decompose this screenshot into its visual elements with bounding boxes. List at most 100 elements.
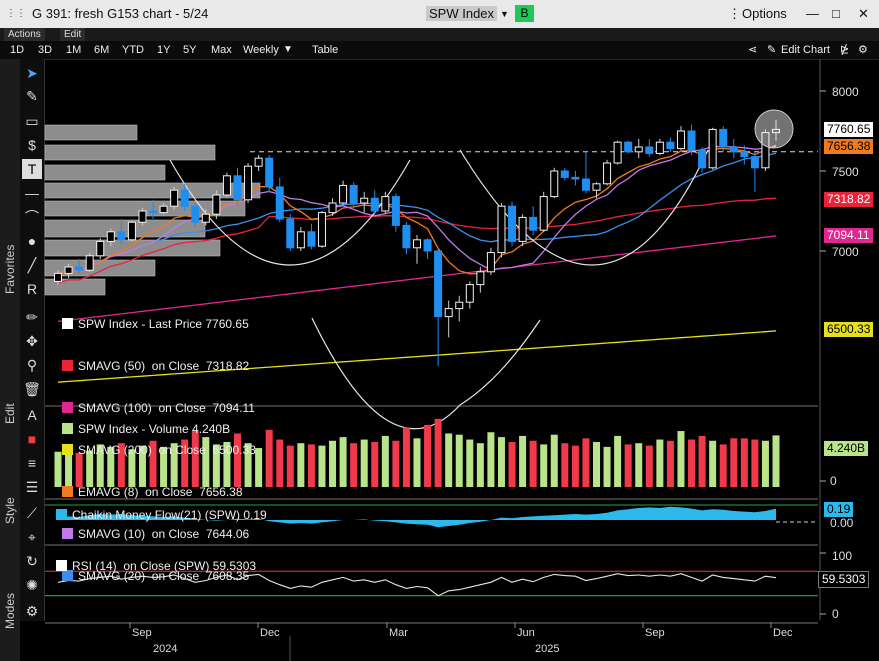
candle-body (201, 213, 210, 223)
x-tick-sep-2025: Sep (645, 627, 665, 639)
candle-body (75, 266, 84, 271)
volume-bar (466, 439, 474, 487)
y-tick-7500: 7500 (832, 165, 859, 179)
legend-sma10: SMAVG (10) on Close 7644.06 (62, 527, 256, 541)
legend-swatch (62, 360, 73, 371)
legend-sma200: SMAVG (200) on Close 6500.33 (62, 443, 256, 457)
volume-bar (318, 445, 326, 487)
candle-body (550, 170, 559, 198)
candle-body (508, 205, 517, 242)
volume-bar (719, 444, 727, 487)
volume-bar (434, 418, 442, 487)
volume-bar (624, 444, 632, 487)
volume-bar (614, 435, 622, 487)
x-tick-jun-2025: Jun (517, 627, 535, 639)
candle-body (698, 149, 707, 169)
x-tick-dec-2025: Dec (773, 627, 793, 639)
volume-profile-bar (44, 124, 138, 141)
candle-body (360, 197, 369, 204)
year-label-2024: 2024 (153, 643, 178, 655)
legend-swatch (62, 444, 73, 455)
rsi-tick-100: 100 (832, 549, 853, 563)
candle-body (85, 255, 94, 271)
volume-bar (656, 439, 664, 487)
volume-bar (392, 440, 400, 487)
candle-body (518, 216, 527, 242)
volume-bar (402, 427, 410, 487)
candle-body (244, 165, 253, 201)
candle-body (233, 175, 242, 201)
rsi-value-label: 59.5303 (818, 571, 870, 588)
volume-bar (54, 451, 62, 487)
cmf-tick-0: 0.00 (830, 516, 854, 530)
volume-bar (740, 438, 748, 487)
x-tick-dec-2024: Dec (260, 627, 280, 639)
candle-body (117, 231, 126, 241)
legend-label: SPW Index - Volume 4.240B (78, 422, 231, 436)
y-tick-7000: 7000 (832, 245, 859, 259)
candle-body (265, 157, 274, 188)
candle-body (381, 196, 390, 212)
volume-bar (445, 433, 453, 487)
candle-body (391, 196, 400, 226)
volume-bar (413, 438, 421, 487)
cmf-legend: Chaikin Money Flow(21) (SPW) 0.19 (56, 508, 267, 522)
volume-bar (761, 440, 769, 487)
volume-bar (550, 434, 558, 487)
candle-body (486, 252, 495, 273)
candle-body (613, 141, 622, 164)
candle-body (96, 240, 105, 257)
candle-body (581, 178, 590, 191)
volume-bar (529, 440, 537, 487)
volume-bar (276, 439, 284, 487)
legend-label: SMAVG (50) on Close 7318.82 (78, 359, 250, 373)
legend-swatch (62, 486, 73, 497)
candle-body (307, 231, 316, 247)
candle-body (539, 196, 548, 231)
candle-body (138, 210, 147, 223)
volume-bar (360, 439, 368, 487)
candle-body (634, 146, 643, 153)
volume-bar (455, 434, 463, 487)
candle-body (645, 146, 654, 154)
candle-body (750, 156, 759, 169)
bowl-curve-bottom (311, 317, 541, 430)
sma100-price-label: 7094.11 (824, 228, 873, 243)
legend-ema8: EMAVG (8) on Close 7656.38 (62, 485, 256, 499)
candle-body (402, 224, 411, 249)
candle-body (560, 170, 569, 178)
candle-body (476, 271, 485, 286)
candle-body (296, 231, 305, 249)
last-price-label: 7760.65 (824, 122, 874, 137)
volume-bar (772, 435, 780, 487)
candle-body (740, 151, 749, 158)
ema8-price-label: 7656.38 (824, 139, 874, 154)
candle-body (370, 197, 379, 212)
volume-profile-bar (44, 144, 216, 161)
sma50-price-label: 7318.82 (824, 192, 874, 207)
candle-body (222, 175, 231, 196)
volume-bar (350, 443, 358, 487)
legend-swatch (62, 423, 73, 434)
candle-body (708, 128, 717, 169)
candle-body (339, 184, 348, 204)
legend-label: SMAVG (100) on Close 7094.11 (78, 401, 255, 415)
volume-bar (497, 437, 505, 487)
volume-bar (635, 443, 643, 487)
rsi-legend: RSI (14) on Close (SPW) 59.5303 (56, 559, 256, 573)
volume-value-label: 4.240B (824, 441, 869, 456)
candle-body (529, 216, 538, 231)
legend-swatch (62, 528, 73, 539)
candle-body (180, 189, 189, 207)
legend-label: RSI (14) on Close (SPW) 59.5303 (72, 559, 257, 573)
candle-body (54, 272, 62, 282)
volume-bar (297, 443, 305, 487)
candle-body (149, 210, 158, 214)
volume-bar (424, 424, 432, 487)
volume-bar (677, 431, 685, 487)
volume-bar (540, 444, 548, 487)
volume-bar (571, 445, 579, 487)
volume-legend: SPW Index - Volume 4.240B (62, 422, 230, 436)
x-tick-mar-2025: Mar (389, 627, 408, 639)
price-legend: SPW Index - Last Price 7760.65 SMAVG (50… (62, 289, 256, 597)
